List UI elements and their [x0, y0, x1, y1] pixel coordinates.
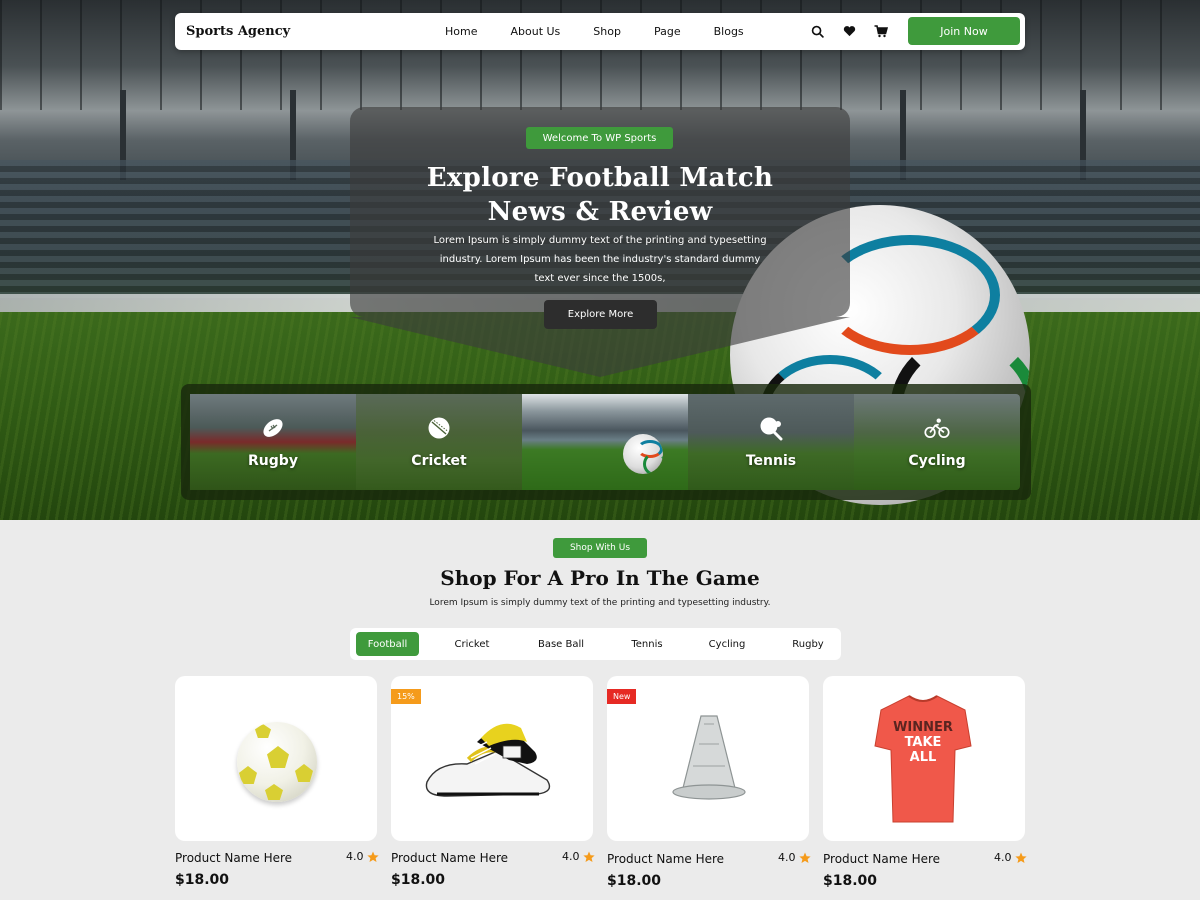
- category-cycling[interactable]: Cycling: [854, 394, 1020, 490]
- category-label: Rugby: [248, 453, 298, 469]
- t-shirt-product-image: WINNER TAKE ALL: [873, 694, 973, 826]
- shirt-print-line: TAKE: [904, 735, 942, 750]
- product-card[interactable]: WINNER TAKE ALL: [823, 676, 1025, 841]
- shop-badge: Shop With Us: [553, 538, 647, 558]
- product-card[interactable]: New: [607, 676, 809, 841]
- product-name[interactable]: Product Name Here: [823, 852, 940, 866]
- rating-value: 4.0: [778, 851, 796, 864]
- star-icon: [1014, 852, 1027, 863]
- category-rugby[interactable]: Rugby: [190, 394, 356, 490]
- star-icon: [582, 851, 595, 862]
- cart-icon[interactable]: [872, 22, 890, 40]
- product-price: $18.00: [391, 872, 446, 888]
- product-name[interactable]: Product Name Here: [391, 851, 508, 865]
- product-price: $18.00: [175, 872, 230, 888]
- shop-title: Shop For A Pro In The Game: [440, 566, 760, 590]
- product-card[interactable]: 15%: [391, 676, 593, 841]
- nav-item-blogs[interactable]: Blogs: [714, 25, 744, 38]
- shop-subtitle: Lorem Ipsum is simply dummy text of the …: [429, 598, 771, 608]
- search-icon[interactable]: [808, 22, 826, 40]
- nav-item-shop[interactable]: Shop: [593, 25, 621, 38]
- hero-title-line-1: Explore Football Match: [426, 163, 774, 193]
- tab-cricket[interactable]: Cricket: [442, 632, 502, 656]
- rugby-ball-icon: [260, 415, 286, 441]
- hero-badge: Welcome To WP Sports: [526, 127, 673, 149]
- nav-item-home[interactable]: Home: [445, 25, 477, 38]
- tab-football[interactable]: Football: [356, 632, 419, 656]
- heart-icon[interactable]: [840, 22, 858, 40]
- join-now-button[interactable]: Join Now: [908, 17, 1020, 45]
- shirt-print-line: WINNER: [893, 720, 953, 735]
- hero-title-line-2: News & Review: [487, 197, 713, 227]
- category-football[interactable]: [522, 394, 688, 490]
- star-icon: [798, 852, 811, 863]
- star-icon: [366, 851, 379, 862]
- training-cone-product-image: [671, 714, 747, 800]
- rating-value: 4.0: [562, 850, 580, 863]
- product-rating: 4.0: [994, 851, 1027, 864]
- product-rating: 4.0: [346, 850, 379, 863]
- product-name[interactable]: Product Name Here: [175, 851, 292, 865]
- tab-tennis[interactable]: Tennis: [620, 632, 674, 656]
- hero-card-content: Welcome To WP Sports Explore Football Ma…: [350, 107, 850, 337]
- explore-more-button[interactable]: Explore More: [544, 300, 657, 329]
- category-label: Cycling: [908, 453, 966, 469]
- football-boots-product-image: [417, 702, 557, 802]
- rating-value: 4.0: [346, 850, 364, 863]
- category-label: Tennis: [745, 453, 797, 469]
- top-navbar: Sports Agency Home About Us Shop Page Bl…: [175, 13, 1025, 50]
- new-badge: New: [607, 689, 637, 704]
- main-menu: Home About Us Shop Page Blogs: [445, 13, 777, 50]
- product-category-tabs: Football Cricket Base Ball Tennis Cyclin…: [350, 628, 841, 660]
- tab-cycling[interactable]: Cycling: [700, 632, 754, 656]
- shirt-print: WINNER TAKE ALL: [873, 720, 973, 765]
- product-price: $18.00: [607, 873, 662, 889]
- category-tennis[interactable]: Tennis: [688, 394, 854, 490]
- category-label: Cricket: [411, 453, 467, 469]
- tab-rugby[interactable]: Rugby: [782, 632, 834, 656]
- nav-item-about[interactable]: About Us: [510, 25, 560, 38]
- product-rating: 4.0: [778, 851, 811, 864]
- category-cricket[interactable]: Cricket: [356, 394, 522, 490]
- tennis-icon: [758, 415, 784, 441]
- nav-item-page[interactable]: Page: [654, 25, 681, 38]
- product-card[interactable]: [175, 676, 377, 841]
- category-strip: Rugby Cricket Tennis Cycling: [181, 384, 1031, 500]
- tab-baseball[interactable]: Base Ball: [530, 632, 592, 656]
- cycling-icon: [924, 415, 950, 441]
- football-product-image: [237, 722, 317, 802]
- product-rating: 4.0: [562, 850, 595, 863]
- cricket-ball-icon: [426, 415, 452, 441]
- football-image: [623, 434, 663, 474]
- product-name[interactable]: Product Name Here: [607, 852, 724, 866]
- rating-value: 4.0: [994, 851, 1012, 864]
- shirt-print-line: ALL: [909, 750, 937, 765]
- brand-logo[interactable]: Sports Agency: [186, 24, 290, 39]
- hero-title: Explore Football Match News & Review: [350, 161, 850, 229]
- hero-description: Lorem Ipsum is simply dummy text of the …: [433, 235, 767, 284]
- product-price: $18.00: [823, 873, 878, 889]
